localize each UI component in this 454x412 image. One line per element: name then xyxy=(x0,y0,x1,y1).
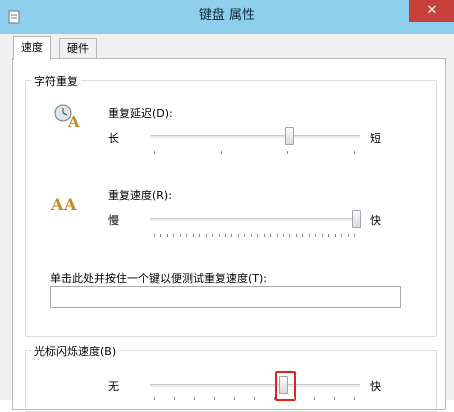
double-a-icon: A A xyxy=(50,195,77,213)
repeat-test-label: 单击此处并按住一个键以便测试重复速度(T): xyxy=(50,272,268,285)
slider-tick xyxy=(283,234,285,237)
slider-tick xyxy=(308,234,310,237)
cursor-blink-slider-track[interactable] xyxy=(150,384,360,388)
slider-tick xyxy=(328,234,330,237)
slider-tick xyxy=(341,234,343,237)
slider-tick xyxy=(270,234,272,237)
tab-hardware[interactable]: 硬件 xyxy=(59,38,97,59)
tab-hardware-label: 硬件 xyxy=(67,42,89,55)
slider-tick xyxy=(250,234,252,237)
repeat-rate-slider-thumb[interactable] xyxy=(352,210,361,228)
slider-tick xyxy=(231,234,233,237)
repeat-rate-slider-track[interactable] xyxy=(150,218,360,222)
slider-tick xyxy=(154,234,155,237)
repeat-delay-ticks xyxy=(154,151,355,155)
slider-tick xyxy=(186,234,188,237)
slider-tick xyxy=(220,151,222,154)
repeat-delay-slider-track[interactable] xyxy=(150,135,360,139)
repeat-delay-max-label: 短 xyxy=(370,132,381,145)
slider-tick xyxy=(166,234,168,237)
slider-tick xyxy=(354,151,355,154)
window-title: 键盘 属性 xyxy=(198,8,256,23)
clock-a-icon: A xyxy=(54,104,80,129)
slider-tick xyxy=(224,234,226,237)
repeat-delay-min-label: 长 xyxy=(108,132,119,145)
slider-tick xyxy=(302,234,304,237)
slider-tick xyxy=(244,234,246,237)
cursor-blink-title: 光标闪烁速度(B) xyxy=(31,343,120,359)
slider-tick xyxy=(289,234,291,237)
slider-tick xyxy=(205,234,207,237)
slider-tick xyxy=(257,234,259,237)
svg-text:A: A xyxy=(63,195,77,213)
slider-tick xyxy=(173,234,175,237)
slider-tick xyxy=(192,234,194,237)
slider-tick xyxy=(218,234,220,237)
slider-tick xyxy=(237,234,239,237)
tab-speed[interactable]: 速度 xyxy=(13,36,51,60)
slider-tick xyxy=(354,234,355,237)
close-button[interactable]: ✕ xyxy=(409,0,454,22)
svg-text:A: A xyxy=(50,195,64,213)
tab-speed-label: 速度 xyxy=(21,41,43,54)
repeat-delay-label: 重复延迟(D): xyxy=(108,107,173,120)
svg-text:A: A xyxy=(67,113,80,129)
repeat-delay-slider-thumb[interactable] xyxy=(284,127,294,145)
slider-tick xyxy=(199,234,201,237)
slider-tick xyxy=(179,234,181,237)
close-icon: ✕ xyxy=(426,3,438,18)
repeat-test-input[interactable] xyxy=(50,286,401,308)
character-repeat-title: 字符重复 xyxy=(31,73,81,89)
slider-tick xyxy=(154,151,155,154)
slider-tick xyxy=(160,234,162,237)
slider-tick xyxy=(287,151,289,154)
repeat-rate-ticks xyxy=(154,234,355,238)
slider-tick xyxy=(334,234,336,237)
slider-tick xyxy=(347,234,349,237)
cursor-blink-min-label: 无 xyxy=(108,380,119,393)
slider-tick xyxy=(315,234,317,237)
slider-tick xyxy=(295,234,297,237)
cursor-blink-max-label: 快 xyxy=(370,380,381,393)
slider-tick xyxy=(212,234,214,237)
repeat-rate-max-label: 快 xyxy=(370,214,381,227)
repeat-rate-min-label: 慢 xyxy=(108,214,119,227)
slider-tick xyxy=(321,234,323,237)
cursor-blink-ticks xyxy=(154,397,355,401)
slider-tick xyxy=(263,234,265,237)
repeat-rate-label: 重复速度(R): xyxy=(108,189,172,202)
slider-tick xyxy=(276,234,278,237)
